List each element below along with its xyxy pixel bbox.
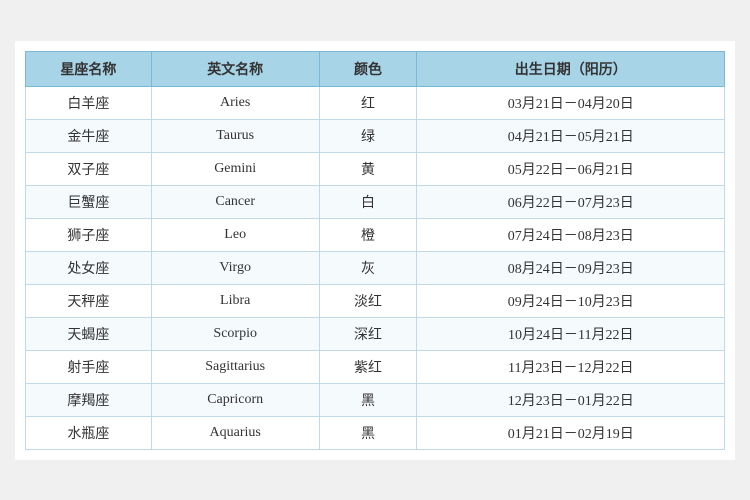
cell-chinese: 双子座 (26, 152, 152, 185)
cell-color: 红 (319, 86, 417, 119)
header-date: 出生日期（阳历） (417, 51, 725, 86)
cell-chinese: 摩羯座 (26, 383, 152, 416)
cell-date: 10月24日－11月22日 (417, 317, 725, 350)
cell-english: Sagittarius (151, 350, 319, 383)
table-body: 白羊座Aries红03月21日－04月20日金牛座Taurus绿04月21日－0… (26, 86, 725, 449)
table-header-row: 星座名称 英文名称 颜色 出生日期（阳历） (26, 51, 725, 86)
cell-english: Aquarius (151, 416, 319, 449)
table-row: 白羊座Aries红03月21日－04月20日 (26, 86, 725, 119)
header-color: 颜色 (319, 51, 417, 86)
table-row: 金牛座Taurus绿04月21日－05月21日 (26, 119, 725, 152)
cell-chinese: 处女座 (26, 251, 152, 284)
cell-color: 淡红 (319, 284, 417, 317)
cell-english: Capricorn (151, 383, 319, 416)
zodiac-table: 星座名称 英文名称 颜色 出生日期（阳历） 白羊座Aries红03月21日－04… (25, 51, 725, 450)
cell-date: 05月22日－06月21日 (417, 152, 725, 185)
table-row: 处女座Virgo灰08月24日－09月23日 (26, 251, 725, 284)
cell-english: Virgo (151, 251, 319, 284)
cell-color: 灰 (319, 251, 417, 284)
cell-english: Leo (151, 218, 319, 251)
cell-english: Gemini (151, 152, 319, 185)
cell-english: Aries (151, 86, 319, 119)
header-chinese: 星座名称 (26, 51, 152, 86)
table-row: 天蝎座Scorpio深红10月24日－11月22日 (26, 317, 725, 350)
cell-color: 黑 (319, 383, 417, 416)
cell-color: 白 (319, 185, 417, 218)
cell-date: 01月21日－02月19日 (417, 416, 725, 449)
cell-date: 09月24日－10月23日 (417, 284, 725, 317)
table-row: 双子座Gemini黄05月22日－06月21日 (26, 152, 725, 185)
table-row: 水瓶座Aquarius黑01月21日－02月19日 (26, 416, 725, 449)
table-row: 巨蟹座Cancer白06月22日－07月23日 (26, 185, 725, 218)
cell-color: 黑 (319, 416, 417, 449)
cell-color: 橙 (319, 218, 417, 251)
cell-chinese: 射手座 (26, 350, 152, 383)
table-row: 摩羯座Capricorn黑12月23日－01月22日 (26, 383, 725, 416)
cell-chinese: 巨蟹座 (26, 185, 152, 218)
table-row: 射手座Sagittarius紫红11月23日－12月22日 (26, 350, 725, 383)
table-row: 狮子座Leo橙07月24日－08月23日 (26, 218, 725, 251)
cell-english: Scorpio (151, 317, 319, 350)
table-row: 天秤座Libra淡红09月24日－10月23日 (26, 284, 725, 317)
cell-date: 07月24日－08月23日 (417, 218, 725, 251)
cell-english: Cancer (151, 185, 319, 218)
cell-date: 03月21日－04月20日 (417, 86, 725, 119)
cell-color: 紫红 (319, 350, 417, 383)
cell-english: Libra (151, 284, 319, 317)
cell-chinese: 水瓶座 (26, 416, 152, 449)
cell-chinese: 狮子座 (26, 218, 152, 251)
cell-date: 04月21日－05月21日 (417, 119, 725, 152)
cell-chinese: 白羊座 (26, 86, 152, 119)
cell-color: 绿 (319, 119, 417, 152)
cell-date: 08月24日－09月23日 (417, 251, 725, 284)
cell-color: 黄 (319, 152, 417, 185)
cell-chinese: 天秤座 (26, 284, 152, 317)
cell-color: 深红 (319, 317, 417, 350)
cell-date: 11月23日－12月22日 (417, 350, 725, 383)
main-container: 星座名称 英文名称 颜色 出生日期（阳历） 白羊座Aries红03月21日－04… (15, 41, 735, 460)
cell-english: Taurus (151, 119, 319, 152)
cell-chinese: 金牛座 (26, 119, 152, 152)
cell-date: 12月23日－01月22日 (417, 383, 725, 416)
header-english: 英文名称 (151, 51, 319, 86)
cell-date: 06月22日－07月23日 (417, 185, 725, 218)
cell-chinese: 天蝎座 (26, 317, 152, 350)
